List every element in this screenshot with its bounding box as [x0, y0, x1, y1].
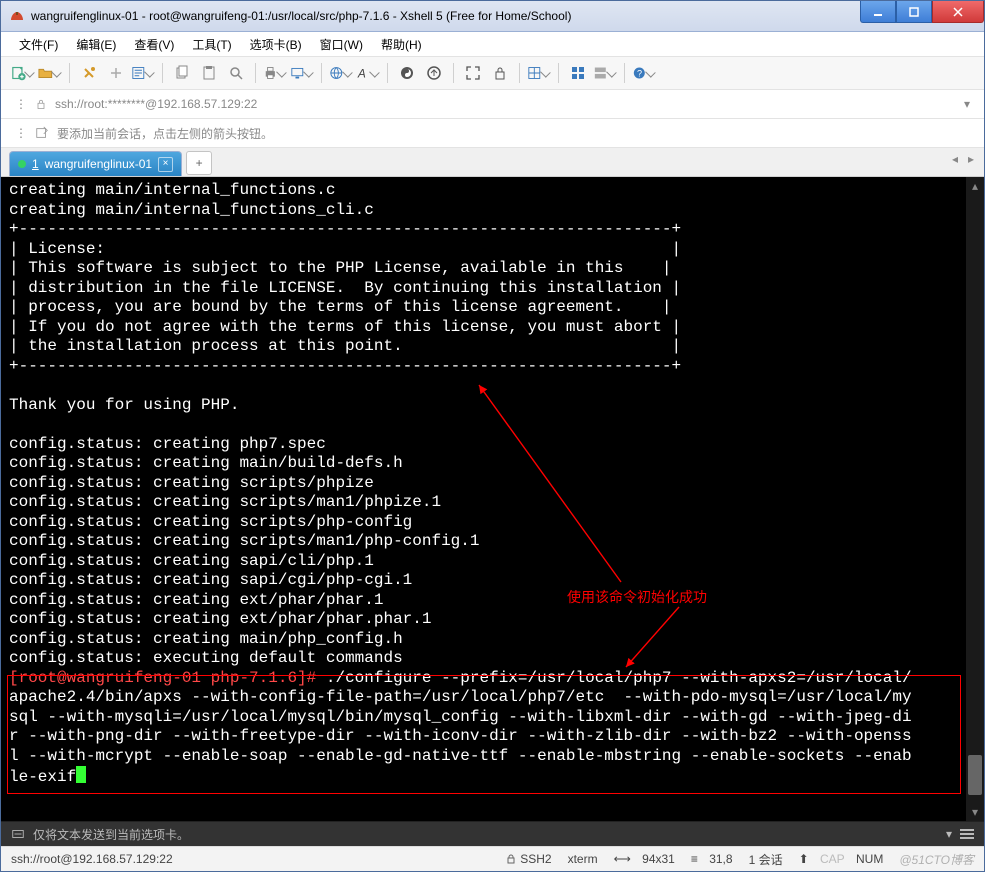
new-tab-button[interactable]: + [186, 151, 212, 175]
scroll-track[interactable] [966, 195, 984, 803]
tab-next-icon[interactable]: ▸ [968, 152, 974, 166]
layout-button[interactable] [527, 61, 551, 85]
address-bar[interactable]: ⋮ ssh://root:********@192.168.57.129:22 … [1, 90, 984, 119]
globe-button[interactable] [329, 61, 353, 85]
status-bar: ssh://root@192.168.57.129:22 SSH2 xterm … [1, 846, 984, 871]
status-dot-icon [18, 160, 26, 168]
annotation-overlay [1, 177, 966, 817]
font-button[interactable]: A [356, 61, 380, 85]
input-menu-icon[interactable] [960, 829, 974, 839]
find-button[interactable] [224, 61, 248, 85]
address-text: ssh://root:********@192.168.57.129:22 [55, 97, 257, 111]
menu-window[interactable]: 窗口(W) [312, 34, 371, 55]
disconnect-button[interactable] [104, 61, 128, 85]
transfer-button[interactable] [422, 61, 446, 85]
input-dropdown-icon[interactable]: ▾ [946, 827, 952, 841]
open-button[interactable] [38, 61, 62, 85]
toolbar-separator [558, 63, 559, 83]
menubar: 文件(F) 编辑(E) 查看(V) 工具(T) 选项卡(B) 窗口(W) 帮助(… [1, 32, 984, 57]
tab-label: wangruifenglinux-01 [45, 157, 152, 171]
watermark: @51CTO博客 [899, 851, 974, 868]
script-button[interactable] [395, 61, 419, 85]
screen-button[interactable] [290, 61, 314, 85]
scroll-thumb[interactable] [968, 755, 982, 795]
properties-button[interactable] [131, 61, 155, 85]
menu-view[interactable]: 查看(V) [126, 34, 182, 55]
toolbar-separator [255, 63, 256, 83]
menu-file[interactable]: 文件(F) [11, 34, 66, 55]
menu-help[interactable]: 帮助(H) [373, 34, 430, 55]
tile2-button[interactable] [593, 61, 617, 85]
tab-close-icon[interactable]: × [158, 157, 173, 172]
copy-button[interactable] [170, 61, 194, 85]
tab-index: 1 [32, 157, 39, 171]
toolbar: A ? [1, 57, 984, 90]
svg-text:A: A [357, 67, 366, 81]
toolbar-separator [519, 63, 520, 83]
window-title: wangruifenglinux-01 - root@wangruifeng-0… [31, 9, 571, 23]
svg-text:?: ? [637, 69, 642, 79]
status-pos: ≡ 31,8 [691, 852, 733, 866]
paste-button[interactable] [197, 61, 221, 85]
titlebar[interactable]: wangruifenglinux-01 - root@wangruifeng-0… [1, 1, 984, 32]
app-icon [9, 8, 25, 24]
minimize-button[interactable] [860, 1, 896, 23]
toolbar-separator [453, 63, 454, 83]
tile1-button[interactable] [566, 61, 590, 85]
status-caps: ⬆ CAP NUM [799, 852, 884, 866]
scroll-up-icon[interactable]: ▴ [966, 177, 984, 195]
scrollbar[interactable]: ▴ ▾ [966, 177, 984, 821]
status-sessions: 1 会话 [749, 851, 783, 868]
print-button[interactable] [263, 61, 287, 85]
hint-text: 要添加当前会话，点击左侧的箭头按钮。 [57, 125, 273, 142]
toolbar-separator [69, 63, 70, 83]
terminal[interactable]: creating main/internal_functions.c creat… [1, 177, 984, 821]
toolbar-separator [624, 63, 625, 83]
lock-icon [35, 98, 47, 110]
address-dropdown-icon[interactable]: ▾ [964, 97, 970, 111]
status-address: ssh://root@192.168.57.129:22 [11, 852, 488, 866]
broadcast-icon[interactable] [11, 827, 25, 841]
status-term: xterm [568, 852, 598, 866]
menu-edit[interactable]: 编辑(E) [68, 34, 124, 55]
grip-icon: ⋮ [15, 97, 27, 111]
new-session-button[interactable] [11, 61, 35, 85]
close-button[interactable] [932, 1, 984, 23]
maximize-button[interactable] [896, 1, 932, 23]
tab-prev-icon[interactable]: ◂ [952, 152, 958, 166]
input-hint: 仅将文本发送到当前选项卡。 [33, 826, 938, 843]
annotation-label: 使用该命令初始化成功 [567, 587, 707, 607]
app-window: wangruifenglinux-01 - root@wangruifeng-0… [0, 0, 985, 872]
menu-tabs[interactable]: 选项卡(B) [242, 34, 310, 55]
toolbar-separator [162, 63, 163, 83]
tab-strip: 1 wangruifenglinux-01 × + ◂ ▸ [1, 148, 984, 177]
add-session-icon[interactable] [35, 126, 49, 140]
tab-nav: ◂ ▸ [952, 152, 974, 166]
window-buttons [860, 1, 984, 22]
session-tab[interactable]: 1 wangruifenglinux-01 × [9, 151, 182, 176]
lock-icon [506, 854, 516, 864]
reconnect-button[interactable] [77, 61, 101, 85]
toolbar-separator [321, 63, 322, 83]
status-size: ⟷ 94x31 [614, 852, 675, 866]
grip-icon: ⋮ [15, 126, 27, 140]
fullscreen-button[interactable] [461, 61, 485, 85]
toolbar-separator [387, 63, 388, 83]
scroll-down-icon[interactable]: ▾ [966, 803, 984, 821]
menu-tools[interactable]: 工具(T) [184, 34, 239, 55]
lock-button[interactable] [488, 61, 512, 85]
status-ssh: SSH2 [506, 852, 551, 866]
help-button[interactable]: ? [632, 61, 656, 85]
hint-bar: ⋮ 要添加当前会话，点击左侧的箭头按钮。 [1, 119, 984, 148]
input-bar[interactable]: 仅将文本发送到当前选项卡。 ▾ [1, 821, 984, 846]
